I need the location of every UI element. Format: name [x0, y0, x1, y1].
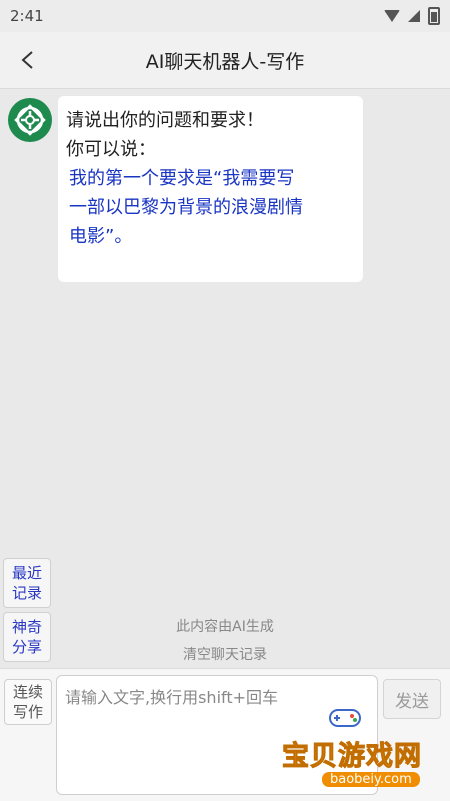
- bot-avatar: [8, 98, 52, 142]
- ai-generated-note: 此内容由AI生成: [176, 619, 274, 635]
- example-text-line3[interactable]: 电影”。: [66, 222, 355, 251]
- watermark-url: baobeiy.com: [322, 772, 420, 787]
- chat-area: 请说出你的问题和要求！ 你可以说： 我的第一个要求是“我需要写 一部以巴黎为背景…: [0, 88, 450, 668]
- app-header: AI聊天机器人-写作: [0, 32, 450, 89]
- recent-records-button[interactable]: 最近 记录: [3, 558, 51, 608]
- clear-chat-link[interactable]: 清空聊天记录: [0, 644, 450, 664]
- status-bar: 2:41: [0, 0, 450, 32]
- status-icons: [384, 7, 440, 25]
- example-text-line2[interactable]: 一部以巴黎为背景的浪漫剧情: [66, 193, 355, 222]
- bot-message-bubble: 请说出你的问题和要求！ 你可以说： 我的第一个要求是“我需要写 一部以巴黎为背景…: [58, 96, 363, 282]
- chevron-left-icon: [21, 51, 33, 69]
- signal-icon: [408, 10, 420, 22]
- status-time: 2:41: [10, 7, 44, 25]
- back-button[interactable]: [8, 40, 48, 80]
- recent-label-line1: 最近: [11, 564, 42, 582]
- wifi-icon: [384, 10, 400, 22]
- battery-icon: [428, 7, 440, 25]
- continue-label-line2: 写作: [12, 703, 43, 721]
- recent-label-line2: 记录: [11, 584, 42, 602]
- bot-logo-icon: [14, 104, 46, 136]
- example-text-line1[interactable]: 我的第一个要求是“我需要写: [66, 164, 355, 193]
- page-title: AI聊天机器人-写作: [145, 50, 305, 73]
- watermark-title: 宝贝游戏网: [282, 741, 422, 773]
- continuous-writing-button[interactable]: 连续 写作: [4, 679, 52, 725]
- prompt-text: 你可以说：: [66, 139, 156, 160]
- continue-label-line1: 连续: [12, 683, 43, 701]
- gamepad-icon: [329, 709, 361, 727]
- greeting-text: 请说出你的问题和要求！: [66, 110, 264, 131]
- watermark-logo: 宝贝游戏网 baobeiy.com: [270, 700, 448, 800]
